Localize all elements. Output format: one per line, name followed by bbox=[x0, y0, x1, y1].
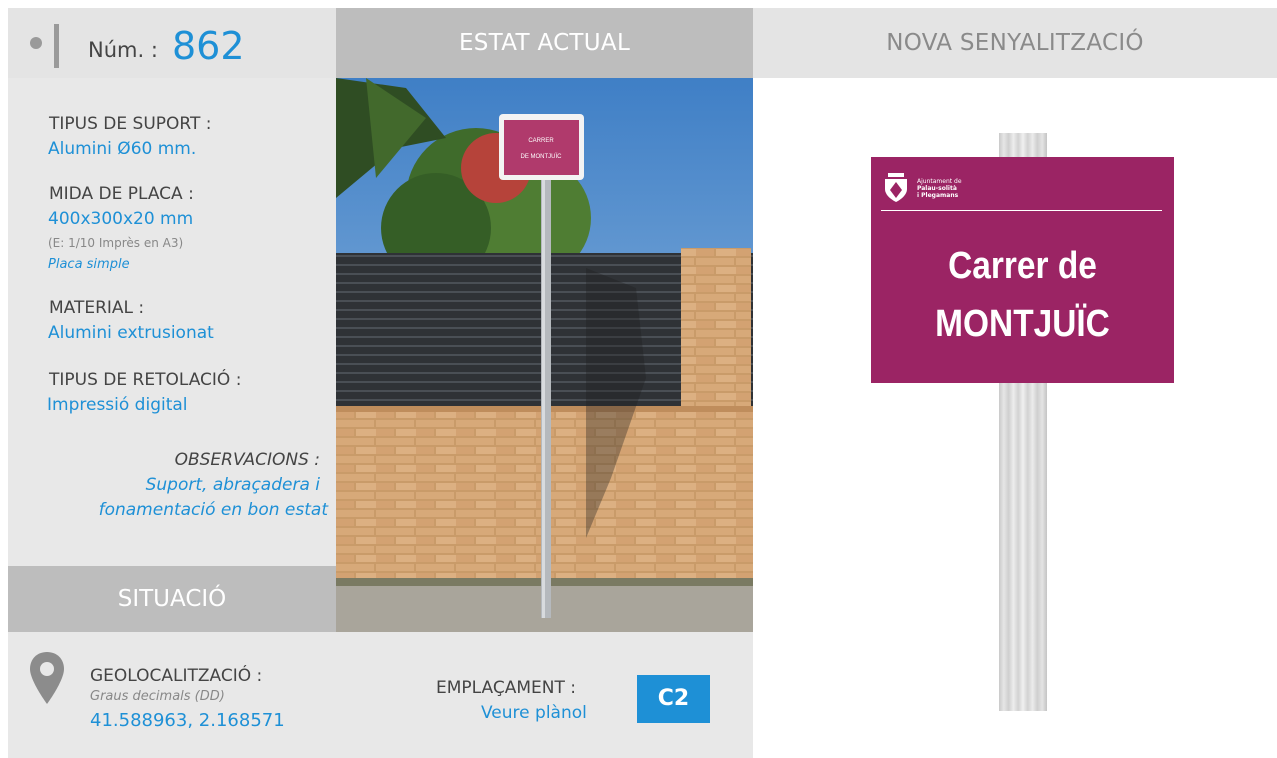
material-value: Alumini extrusionat bbox=[48, 323, 214, 343]
new-signage-header: NOVA SENYALITZACIÓ bbox=[753, 8, 1277, 78]
org-line2: Palau-solità bbox=[917, 185, 957, 192]
municipal-shield-icon bbox=[885, 173, 907, 202]
org-line1: Ajuntament de bbox=[917, 178, 962, 185]
location-label: EMPLAÇAMENT : bbox=[436, 678, 576, 698]
situation-panel: GEOLOCALITZACIÓ : Graus decimals (DD) 41… bbox=[8, 632, 753, 758]
bullet-dot-icon bbox=[30, 37, 42, 49]
number-header: Núm. : 862 bbox=[8, 8, 336, 78]
old-sign-line1: CARRER bbox=[528, 138, 554, 144]
sign-divider bbox=[881, 210, 1162, 211]
material-label: MATERIAL : bbox=[49, 298, 145, 318]
location-code-badge[interactable]: C2 bbox=[637, 675, 710, 723]
geolocation-label: GEOLOCALITZACIÓ : bbox=[90, 666, 263, 686]
plate-scale: (E: 1/10 Imprès en A3) bbox=[48, 236, 184, 250]
new-sign-line2: MONTJUÏC bbox=[935, 303, 1110, 345]
new-sign-plate: Ajuntament de Palau-solità i Plegamans C… bbox=[871, 157, 1174, 383]
current-state-header: ESTAT ACTUAL bbox=[336, 8, 753, 78]
lettering-label: TIPUS DE RETOLACIÓ : bbox=[49, 370, 242, 390]
geolocation-format: Graus decimals (DD) bbox=[90, 689, 225, 704]
current-state-title: ESTAT ACTUAL bbox=[458, 30, 631, 56]
header-divider bbox=[54, 24, 59, 68]
new-signage-title: NOVA SENYALITZACIÓ bbox=[886, 30, 1144, 56]
observations-line1: Suport, abraçadera i bbox=[145, 475, 320, 495]
number-value: 862 bbox=[172, 24, 245, 68]
location-link[interactable]: Veure plànol bbox=[481, 703, 587, 723]
lettering-value: Impressió digital bbox=[47, 395, 188, 415]
plate-value: 400x300x20 mm bbox=[48, 209, 194, 229]
situation-header: SITUACIÓ bbox=[8, 566, 336, 632]
municipality-name: Ajuntament de Palau-solità i Plegamans bbox=[917, 178, 962, 199]
old-sign-line2: DE MONTJUÏC bbox=[521, 153, 563, 160]
situation-title: SITUACIÓ bbox=[117, 586, 227, 612]
support-value: Alumini Ø60 mm. bbox=[48, 139, 197, 159]
photo-illustration: CARRER DE MONTJUÏC bbox=[336, 78, 753, 632]
support-label: TIPUS DE SUPORT : bbox=[49, 114, 212, 134]
observations-line2: fonamentació en bon estat bbox=[98, 500, 328, 520]
observations-label: OBSERVACIONS : bbox=[174, 450, 320, 470]
current-state-photo: CARRER DE MONTJUÏC bbox=[336, 78, 753, 632]
geolocation-value: 41.588963, 2.168571 bbox=[90, 710, 285, 731]
location-pin-icon bbox=[30, 652, 64, 704]
plate-type: Placa simple bbox=[48, 257, 130, 272]
info-panel: TIPUS DE SUPORT : Alumini Ø60 mm. MIDA D… bbox=[8, 78, 336, 566]
new-sign-line1: Carrer de bbox=[948, 245, 1097, 287]
number-label: Núm. : bbox=[88, 38, 158, 62]
org-line3: i Plegamans bbox=[917, 192, 959, 199]
plate-label: MIDA DE PLACA : bbox=[49, 184, 194, 204]
